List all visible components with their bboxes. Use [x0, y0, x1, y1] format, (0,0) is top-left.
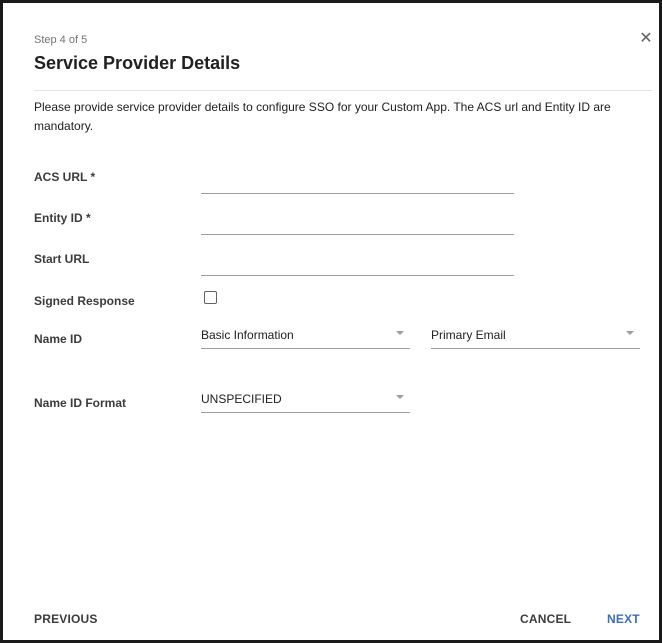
- cancel-button[interactable]: CANCEL: [520, 612, 571, 626]
- title-divider: [34, 90, 652, 91]
- signed-response-label: Signed Response: [34, 294, 135, 308]
- chevron-down-icon: [396, 395, 404, 399]
- name-id-label: Name ID: [34, 332, 83, 346]
- chevron-down-icon: [626, 331, 634, 335]
- name-id-format-value: UNSPECIFIED: [201, 392, 282, 406]
- dialog-description: Please provide service provider details …: [34, 100, 611, 133]
- acs-url-input[interactable]: [201, 171, 514, 194]
- name-id-category-select[interactable]: Basic Information: [201, 326, 410, 349]
- start-url-label: Start URL: [34, 252, 90, 266]
- close-icon[interactable]: ✕: [638, 31, 654, 47]
- name-id-format-label: Name ID Format: [34, 396, 127, 410]
- signed-response-checkbox[interactable]: [204, 291, 217, 304]
- sso-setup-dialog: Step 4 of 5 ✕ Service Provider Details P…: [12, 12, 654, 637]
- previous-button[interactable]: PREVIOUS: [34, 612, 98, 626]
- next-button[interactable]: NEXT: [607, 612, 640, 626]
- step-indicator: Step 4 of 5: [34, 34, 88, 46]
- entity-id-input[interactable]: [201, 212, 514, 235]
- chevron-down-icon: [396, 331, 404, 335]
- name-id-category-value: Basic Information: [201, 328, 294, 342]
- name-id-attribute-select[interactable]: Primary Email: [431, 326, 640, 349]
- name-id-attribute-value: Primary Email: [431, 328, 506, 342]
- dialog-title: Service Provider Details: [34, 53, 241, 73]
- name-id-format-select[interactable]: UNSPECIFIED: [201, 390, 410, 413]
- entity-id-label: Entity ID *: [34, 211, 91, 225]
- start-url-input[interactable]: [201, 253, 514, 276]
- acs-url-label: ACS URL *: [34, 170, 96, 184]
